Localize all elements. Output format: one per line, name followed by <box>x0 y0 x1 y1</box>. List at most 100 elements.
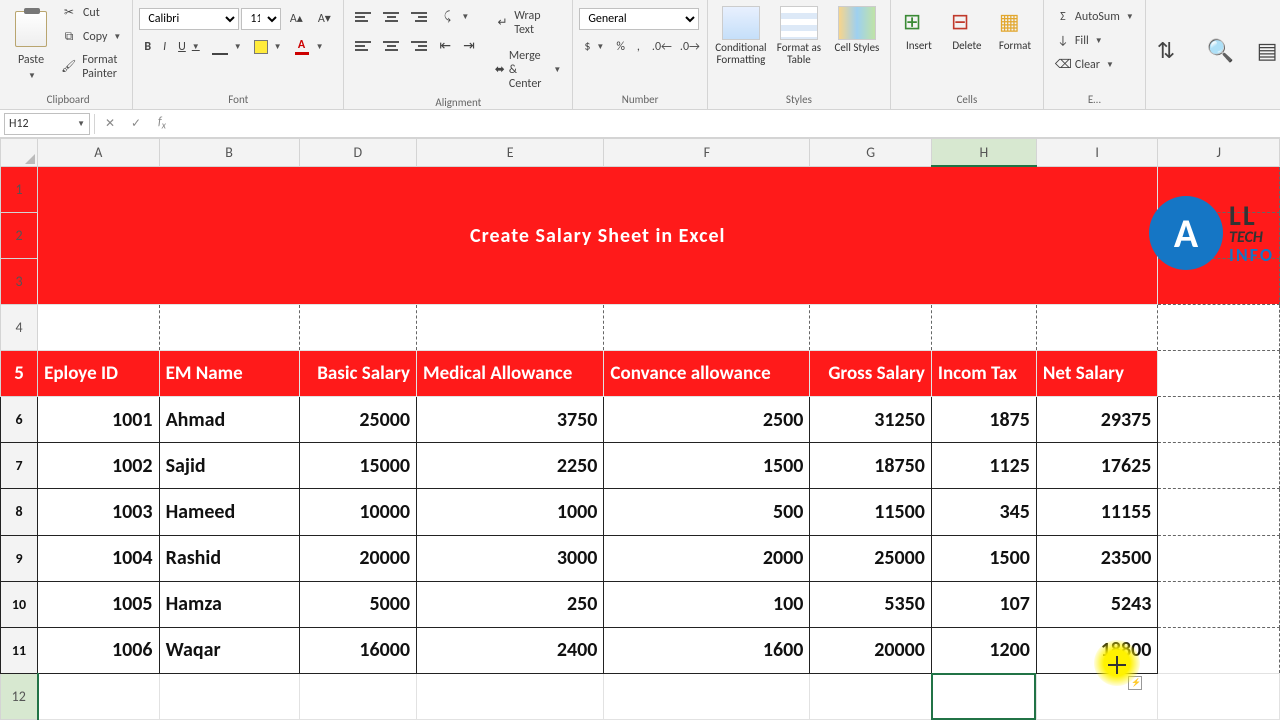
cell-D6[interactable]: 25000 <box>299 397 416 443</box>
cell-H6[interactable]: 1875 <box>931 397 1036 443</box>
row-header-1[interactable]: 1 <box>1 166 38 212</box>
align-left-button[interactable] <box>350 38 376 54</box>
cell-A8[interactable]: 1003 <box>38 489 160 535</box>
cell-I10[interactable]: 5243 <box>1036 581 1158 627</box>
title-cell[interactable]: Create Salary Sheet in Excel <box>38 166 1158 304</box>
insert-function-button[interactable]: fx <box>151 115 173 131</box>
cell-H11[interactable]: 1200 <box>931 627 1036 673</box>
comma-format-button[interactable]: , <box>632 37 645 57</box>
fill-button[interactable]: ↓ Fill ▼ <box>1050 30 1108 52</box>
row-header-9[interactable]: 9 <box>1 535 38 581</box>
cell-E8[interactable]: 1000 <box>417 489 604 535</box>
formula-input[interactable] <box>177 113 1276 135</box>
cell-J11[interactable] <box>1158 627 1280 673</box>
name-box[interactable]: H12 ▼ <box>4 113 90 135</box>
cell-G6[interactable]: 31250 <box>810 397 932 443</box>
header-cell-I[interactable]: Net Salary <box>1036 351 1158 397</box>
cell-A6[interactable]: 1001 <box>38 397 160 443</box>
cell-H10[interactable]: 107 <box>931 581 1036 627</box>
header-cell-A[interactable]: Eploye ID <box>38 351 160 397</box>
cell-F7[interactable]: 1500 <box>604 443 810 489</box>
row-header-10[interactable]: 10 <box>1 581 38 627</box>
row-header-3[interactable]: 3 <box>1 258 38 304</box>
cell-F9[interactable]: 2000 <box>604 535 810 581</box>
increase-decimal-button[interactable]: .0← <box>647 36 673 58</box>
cell-E7[interactable]: 2250 <box>417 443 604 489</box>
align-center-button[interactable] <box>378 38 404 54</box>
font-name-select[interactable]: Calibri <box>139 8 239 30</box>
accounting-format-button[interactable]: $▼ <box>579 37 609 57</box>
cell-G9[interactable]: 25000 <box>810 535 932 581</box>
row-header-8[interactable]: 8 <box>1 489 38 535</box>
cell-H7[interactable]: 1125 <box>931 443 1036 489</box>
merge-center-button[interactable]: ⬌ Merge & Center ▼ <box>490 46 567 94</box>
insert-cells-button[interactable]: ⊞ Insert <box>897 4 941 54</box>
cell-J8[interactable] <box>1158 489 1280 535</box>
format-cells-button[interactable]: ▦ Format <box>993 4 1037 54</box>
cell-J5[interactable] <box>1158 351 1280 397</box>
cell-F6[interactable]: 2500 <box>604 397 810 443</box>
borders-button[interactable]: ▼ <box>207 36 247 58</box>
delete-cells-button[interactable]: ⊟ Delete <box>945 4 989 54</box>
enter-formula-button[interactable]: ✓ <box>125 116 147 131</box>
cell-J9[interactable] <box>1158 535 1280 581</box>
cell-B10[interactable]: Hamza <box>159 581 299 627</box>
cell-D12[interactable] <box>299 673 416 719</box>
decrease-indent-button[interactable]: ⇤ <box>434 34 456 57</box>
clear-button[interactable]: ⌫ Clear ▼ <box>1050 54 1119 76</box>
percent-format-button[interactable]: % <box>611 37 630 57</box>
copy-button[interactable]: ⧉ Copy ▼ <box>56 26 126 48</box>
cell-A9[interactable]: 1004 <box>38 535 160 581</box>
header-cell-G[interactable]: Gross Salary <box>810 351 932 397</box>
find-select-button[interactable]: 🔍 <box>1202 32 1244 70</box>
decrease-font-button[interactable]: A▾ <box>311 8 337 30</box>
row-header-12[interactable]: 12 <box>1 673 38 719</box>
cell-D8[interactable]: 10000 <box>299 489 416 535</box>
cell-H9[interactable]: 1500 <box>931 535 1036 581</box>
fill-color-button[interactable]: ▼ <box>249 37 287 57</box>
cell-D4[interactable] <box>299 304 416 350</box>
cell-D11[interactable]: 16000 <box>299 627 416 673</box>
column-header-A[interactable]: A <box>38 139 160 167</box>
orientation-button[interactable]: ⤹▼ <box>434 6 474 28</box>
cell-E9[interactable]: 3000 <box>417 535 604 581</box>
cancel-formula-button[interactable]: ✕ <box>99 116 121 131</box>
format-painter-button[interactable]: 🖌 Format Painter <box>56 50 126 84</box>
align-top-button[interactable] <box>350 9 376 25</box>
italic-button[interactable]: I <box>158 37 171 57</box>
cell-J6[interactable] <box>1158 397 1280 443</box>
column-header-G[interactable]: G <box>810 139 932 167</box>
cell-A10[interactable]: 1005 <box>38 581 160 627</box>
cell-D7[interactable]: 15000 <box>299 443 416 489</box>
cell-I4[interactable] <box>1036 304 1158 350</box>
cell-A4[interactable] <box>38 304 160 350</box>
column-header-B[interactable]: B <box>159 139 299 167</box>
cell-B6[interactable]: Ahmad <box>159 397 299 443</box>
cell-A12[interactable] <box>38 673 160 719</box>
row-header-11[interactable]: 11 <box>1 627 38 673</box>
cell-I6[interactable]: 29375 <box>1036 397 1158 443</box>
select-all-corner[interactable] <box>1 139 38 167</box>
cell-styles-button[interactable]: Cell Styles <box>830 4 884 56</box>
header-cell-D[interactable]: Basic Salary <box>299 351 416 397</box>
cell-H12[interactable] <box>931 673 1036 719</box>
cell-I7[interactable]: 17625 <box>1036 443 1158 489</box>
sort-filter-button[interactable]: ⇅ <box>1152 32 1194 70</box>
row-header-6[interactable]: 6 <box>1 397 38 443</box>
cell-F8[interactable]: 500 <box>604 489 810 535</box>
cell-B8[interactable]: Hameed <box>159 489 299 535</box>
cell-B11[interactable]: Waqar <box>159 627 299 673</box>
cell-F4[interactable] <box>604 304 810 350</box>
increase-indent-button[interactable]: ⇥ <box>458 34 480 57</box>
paste-button[interactable]: Paste ▼ <box>10 2 52 84</box>
header-cell-H[interactable]: Incom Tax <box>931 351 1036 397</box>
number-format-select[interactable]: General <box>579 8 699 30</box>
bold-button[interactable]: B <box>139 37 156 57</box>
row-header-2[interactable]: 2 <box>1 212 38 258</box>
cell-B9[interactable]: Rashid <box>159 535 299 581</box>
row-header-5[interactable]: 5 <box>1 351 38 397</box>
cell-I8[interactable]: 11155 <box>1036 489 1158 535</box>
underline-button[interactable]: U▼ <box>173 37 205 57</box>
cell-E11[interactable]: 2400 <box>417 627 604 673</box>
increase-font-button[interactable]: A▴ <box>283 8 309 30</box>
